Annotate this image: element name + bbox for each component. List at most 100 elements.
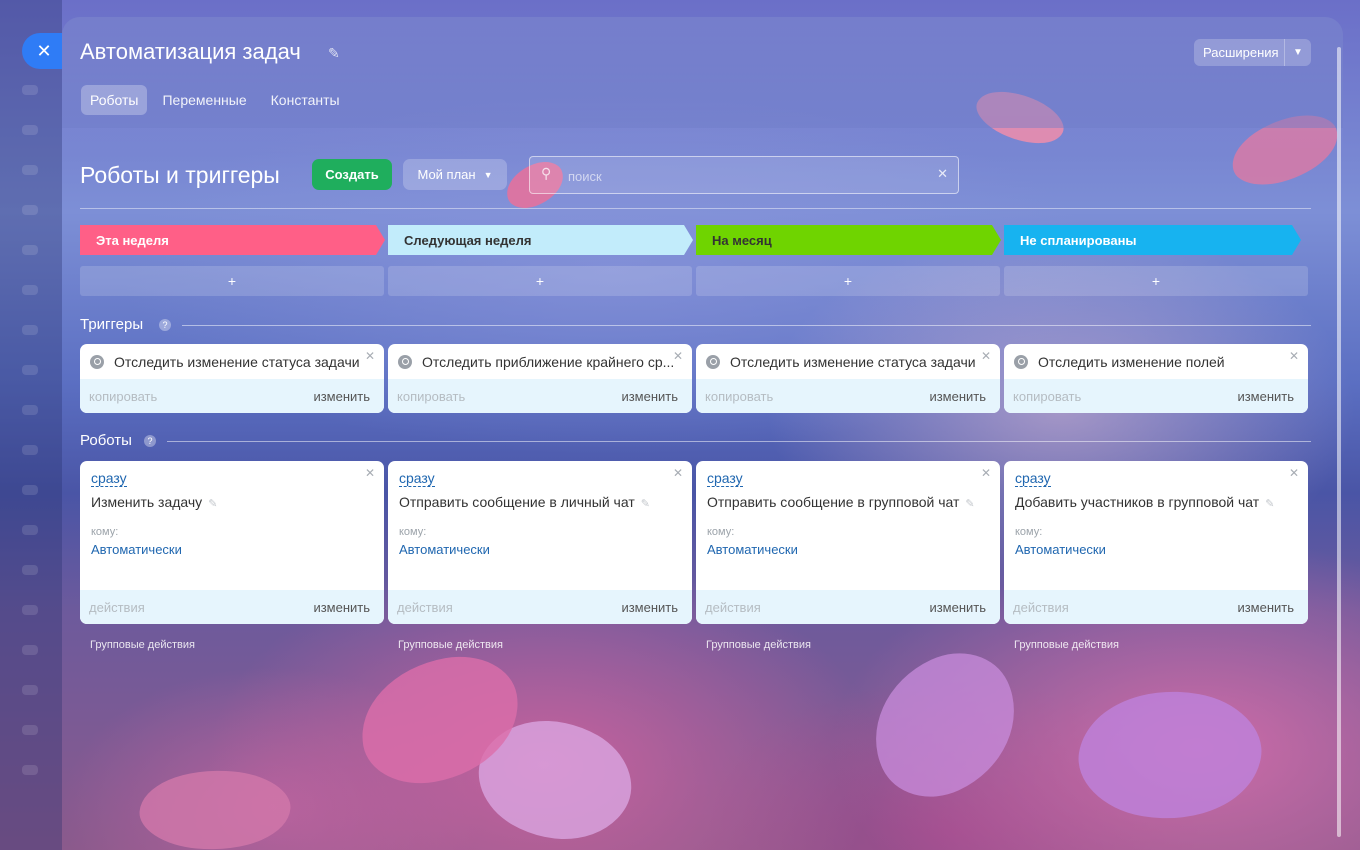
close-icon[interactable]: ✕ [1289, 349, 1299, 363]
search-box: ⚲ ✕ [529, 156, 959, 194]
robot-to-label: кому: [1015, 526, 1043, 538]
sidebar-item[interactable] [22, 365, 38, 375]
edit-link[interactable]: изменить [1237, 600, 1294, 615]
robot-to-value[interactable]: Автоматически [707, 542, 989, 557]
robot-to-value[interactable]: Автоматически [1015, 542, 1297, 557]
robot-card[interactable]: ✕ сразу Добавить участников в групповой … [1004, 461, 1308, 624]
pin-icon[interactable]: ✎ [328, 45, 340, 62]
close-icon[interactable]: ✕ [981, 349, 991, 363]
pencil-icon[interactable]: ✎ [965, 498, 974, 510]
trigger-card[interactable]: ✕ Отследить изменение статуса задачи коп… [80, 344, 384, 413]
robot-delay-link[interactable]: сразу [707, 470, 743, 487]
edit-link[interactable]: изменить [1237, 389, 1294, 404]
divider [80, 208, 1311, 209]
robot-card[interactable]: ✕ сразу Отправить сообщение в личный чат… [388, 461, 692, 624]
close-icon[interactable]: ✕ [365, 349, 375, 363]
copy-link[interactable]: копировать [1013, 389, 1081, 404]
edit-link[interactable]: изменить [929, 389, 986, 404]
pencil-icon[interactable]: ✎ [641, 498, 650, 510]
page-title: Автоматизация задач [80, 39, 301, 64]
sidebar-item[interactable] [22, 125, 38, 135]
group-actions-link[interactable]: Групповые действия [398, 639, 503, 651]
tabs: Роботы Переменные Константы [81, 85, 355, 115]
sidebar-item[interactable] [22, 445, 38, 455]
edit-link[interactable]: изменить [621, 600, 678, 615]
pencil-icon[interactable]: ✎ [1265, 498, 1274, 510]
sidebar-item[interactable] [22, 285, 38, 295]
left-sidebar [0, 0, 62, 850]
clear-icon[interactable]: ✕ [937, 166, 948, 182]
sidebar-item[interactable] [22, 605, 38, 615]
create-button[interactable]: Создать [312, 159, 392, 190]
chevron-down-icon[interactable]: ▼ [1284, 39, 1311, 66]
plan-dropdown[interactable]: Мой план ▼ [403, 159, 507, 190]
add-button[interactable]: + [696, 266, 1000, 296]
panel-header: Автоматизация задач ✎ Расширения ▼ Робот… [62, 17, 1343, 128]
column-header-next-week[interactable]: Следующая неделя [388, 225, 693, 255]
trigger-card[interactable]: ✕ Отследить изменение полей копировать из… [1004, 344, 1308, 413]
edit-link[interactable]: изменить [313, 600, 370, 615]
add-button[interactable]: + [1004, 266, 1308, 296]
tab-robots[interactable]: Роботы [81, 85, 148, 115]
tab-variables[interactable]: Переменные [153, 85, 255, 115]
sidebar-item[interactable] [22, 405, 38, 415]
pencil-icon[interactable]: ✎ [208, 498, 217, 510]
edit-link[interactable]: изменить [621, 389, 678, 404]
trigger-title: Отследить приближение крайнего ср... [422, 353, 675, 370]
sidebar-item[interactable] [22, 725, 38, 735]
copy-link[interactable]: копировать [89, 389, 157, 404]
edit-link[interactable]: изменить [929, 600, 986, 615]
column-header-month[interactable]: На месяц [696, 225, 1001, 255]
close-icon[interactable]: ✕ [673, 349, 683, 363]
copy-link[interactable]: копировать [705, 389, 773, 404]
trigger-card[interactable]: ✕ Отследить изменение статуса задачи коп… [696, 344, 1000, 413]
sidebar-item[interactable] [22, 165, 38, 175]
sidebar-item[interactable] [22, 765, 38, 775]
search-icon: ⚲ [541, 165, 552, 181]
sidebar-item[interactable] [22, 205, 38, 215]
robot-delay-link[interactable]: сразу [1015, 470, 1051, 487]
sidebar-item[interactable] [22, 485, 38, 495]
extensions-button[interactable]: Расширения ▼ [1194, 39, 1311, 66]
robot-title: Отправить сообщение в личный чат [399, 494, 635, 510]
sidebar-item[interactable] [22, 645, 38, 655]
tab-constants[interactable]: Константы [262, 85, 349, 115]
trigger-icon [706, 354, 720, 369]
trigger-card[interactable]: ✕ Отследить приближение крайнего ср... к… [388, 344, 692, 413]
edit-link[interactable]: изменить [313, 389, 370, 404]
group-actions-link[interactable]: Групповые действия [1014, 639, 1119, 651]
scrollbar[interactable] [1337, 47, 1341, 837]
robot-card[interactable]: ✕ сразу Отправить сообщение в групповой … [696, 461, 1000, 624]
robot-title: Изменить задачу [91, 494, 203, 510]
sidebar-item[interactable] [22, 325, 38, 335]
robot-title: Добавить участников в групповой чат [1015, 494, 1260, 510]
column-header-this-week[interactable]: Эта неделя [80, 225, 385, 255]
help-icon[interactable]: ? [144, 435, 156, 447]
sidebar-item[interactable] [22, 685, 38, 695]
group-actions-link[interactable]: Групповые действия [706, 639, 811, 651]
robot-card[interactable]: ✕ сразу Изменить задачу ✎ кому: Автоматич… [80, 461, 384, 624]
section-title: Роботы и триггеры [80, 162, 280, 188]
copy-link[interactable]: копировать [397, 389, 465, 404]
search-input[interactable] [568, 166, 908, 186]
actions-link[interactable]: действия [89, 600, 145, 615]
actions-link[interactable]: действия [1013, 600, 1069, 615]
sidebar-item[interactable] [22, 245, 38, 255]
triggers-label: Триггеры [80, 316, 144, 333]
robot-to-label: кому: [399, 526, 427, 538]
robot-to-value[interactable]: Автоматически [91, 542, 373, 557]
help-icon[interactable]: ? [159, 319, 171, 331]
sidebar-item[interactable] [22, 565, 38, 575]
add-button[interactable]: + [80, 266, 384, 296]
close-panel-button[interactable]: ✕ [22, 33, 62, 69]
group-actions-link[interactable]: Групповые действия [90, 639, 195, 651]
sidebar-item[interactable] [22, 85, 38, 95]
robot-to-value[interactable]: Автоматически [399, 542, 681, 557]
actions-link[interactable]: действия [705, 600, 761, 615]
column-header-unplanned[interactable]: Не спланированы [1004, 225, 1301, 255]
robot-delay-link[interactable]: сразу [399, 470, 435, 487]
add-button[interactable]: + [388, 266, 692, 296]
actions-link[interactable]: действия [397, 600, 453, 615]
robot-delay-link[interactable]: сразу [91, 470, 127, 487]
sidebar-item[interactable] [22, 525, 38, 535]
